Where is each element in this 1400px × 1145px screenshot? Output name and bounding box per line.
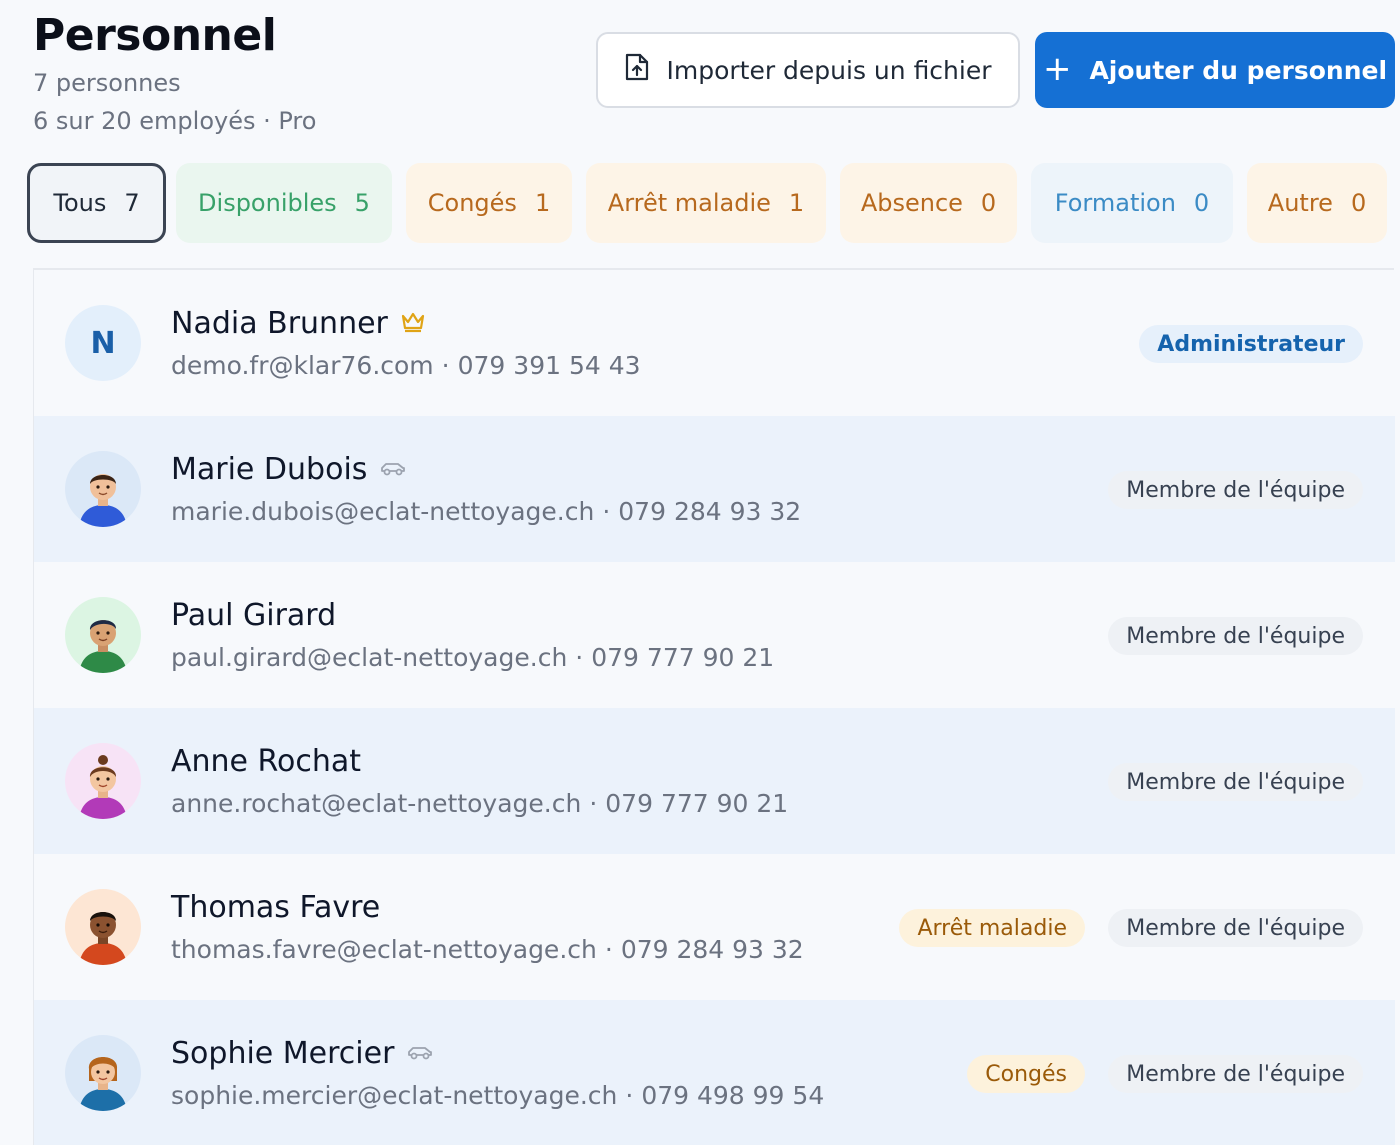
role-badge: Administrateur bbox=[1139, 325, 1363, 363]
staff-row[interactable]: Marie Dubois marie.dubois@eclat-nettoyag… bbox=[34, 416, 1395, 562]
staff-row[interactable]: Anne Rochat anne.rochat@eclat-nettoyage.… bbox=[34, 708, 1395, 854]
staff-contact: demo.fr@klar76.com · 079 391 54 43 bbox=[171, 349, 641, 383]
avatar bbox=[65, 1035, 141, 1111]
staff-phone: 079 777 90 21 bbox=[591, 643, 775, 672]
staff-phone: 079 498 99 54 bbox=[641, 1081, 825, 1110]
avatar bbox=[65, 451, 141, 527]
staff-contact: thomas.favre@eclat-nettoyage.ch · 079 284 … bbox=[171, 933, 804, 967]
filter-count: 0 bbox=[980, 189, 997, 217]
page-header: Personnel 7 personnes 6 sur 20 employés … bbox=[33, 10, 316, 140]
status-badge: Congés bbox=[967, 1055, 1085, 1093]
staff-row[interactable]: N Nadia Brunner demo.fr@klar76.com · 079 3… bbox=[34, 270, 1395, 416]
role-badge: Membre de l'équipe bbox=[1108, 909, 1363, 947]
staff-contact: paul.girard@eclat-nettoyage.ch · 079 777 9… bbox=[171, 641, 774, 675]
staff-phone: 079 391 54 43 bbox=[457, 351, 641, 380]
staff-contact: marie.dubois@eclat-nettoyage.ch · 079 284 … bbox=[171, 495, 801, 529]
staff-email: anne.rochat@eclat-nettoyage.ch bbox=[171, 789, 582, 818]
filter-label: Absence bbox=[860, 189, 963, 217]
filter-tab-leave[interactable]: Congés 1 bbox=[406, 163, 572, 243]
staff-phone: 079 284 93 32 bbox=[618, 497, 802, 526]
filter-tab-available[interactable]: Disponibles 5 bbox=[176, 163, 392, 243]
filter-label: Arrêt maladie bbox=[607, 189, 771, 217]
staff-name: Paul Girard bbox=[171, 598, 337, 633]
role-badge: Membre de l'équipe bbox=[1108, 471, 1363, 509]
staff-list: N Nadia Brunner demo.fr@klar76.com · 079 3… bbox=[33, 268, 1395, 1145]
staff-row[interactable]: Sophie Mercier sophie.mercier@eclat-nett… bbox=[34, 1000, 1395, 1145]
filter-count: 1 bbox=[534, 189, 551, 217]
role-badge: Membre de l'équipe bbox=[1108, 1055, 1363, 1093]
staff-email: paul.girard@eclat-nettoyage.ch bbox=[171, 643, 568, 672]
filter-count: 7 bbox=[124, 189, 140, 217]
filter-label: Congés bbox=[427, 189, 517, 217]
filter-tab-training[interactable]: Formation 0 bbox=[1031, 163, 1233, 243]
page-title: Personnel bbox=[33, 10, 277, 61]
staff-name: Marie Dubois bbox=[171, 452, 368, 487]
avatar-initial: N bbox=[90, 325, 116, 361]
avatar bbox=[65, 743, 141, 819]
filter-label: Autre bbox=[1267, 189, 1333, 217]
filter-tab-all[interactable]: Tous 7 bbox=[27, 163, 166, 243]
filter-label: Tous bbox=[53, 189, 107, 217]
car-icon bbox=[406, 1042, 434, 1066]
status-badge: Arrêt maladie bbox=[899, 909, 1085, 947]
staff-name: Anne Rochat bbox=[171, 744, 362, 779]
import-file-label: Importer depuis un fichier bbox=[666, 55, 992, 85]
avatar: N bbox=[65, 305, 141, 381]
filter-tab-other[interactable]: Autre 0 bbox=[1247, 163, 1387, 243]
import-file-button[interactable]: Importer depuis un fichier bbox=[596, 32, 1020, 108]
staff-contact: anne.rochat@eclat-nettoyage.ch · 079 777 9… bbox=[171, 787, 788, 821]
staff-email: thomas.favre@eclat-nettoyage.ch bbox=[171, 935, 597, 964]
filter-tab-sick-leave[interactable]: Arrêt maladie 1 bbox=[586, 163, 826, 243]
staff-name: Sophie Mercier bbox=[171, 1036, 395, 1071]
staff-phone: 079 284 93 32 bbox=[620, 935, 804, 964]
staff-email: demo.fr@klar76.com bbox=[171, 351, 434, 380]
file-upload-icon bbox=[624, 52, 650, 88]
staff-phone: 079 777 90 21 bbox=[605, 789, 789, 818]
separator: · bbox=[604, 935, 613, 964]
filter-count: 0 bbox=[1193, 189, 1210, 217]
plus-icon: + bbox=[1042, 48, 1072, 89]
staff-name: Thomas Favre bbox=[171, 890, 381, 925]
plan-info: 6 sur 20 employés · Pro bbox=[33, 107, 317, 135]
people-count: 7 personnes bbox=[33, 69, 181, 97]
avatar bbox=[65, 597, 141, 673]
role-badge: Membre de l'équipe bbox=[1108, 763, 1363, 801]
role-badge: Membre de l'équipe bbox=[1108, 617, 1363, 655]
filter-tab-absence[interactable]: Absence 0 bbox=[840, 163, 1017, 243]
filter-count: 0 bbox=[1350, 189, 1367, 217]
filter-count: 5 bbox=[354, 189, 370, 217]
filter-label: Disponibles bbox=[198, 189, 337, 217]
separator: · bbox=[589, 789, 598, 818]
separator: · bbox=[625, 1081, 634, 1110]
filter-count: 1 bbox=[788, 189, 805, 217]
add-staff-label: Ajouter du personnel bbox=[1089, 55, 1388, 85]
add-staff-button[interactable]: + Ajouter du personnel bbox=[1035, 32, 1395, 108]
staff-row[interactable]: Paul Girard paul.girard@eclat-nettoyage.… bbox=[34, 562, 1395, 708]
separator: · bbox=[441, 351, 450, 380]
staff-email: sophie.mercier@eclat-nettoyage.ch bbox=[171, 1081, 618, 1110]
status-filter-bar: Tous 7 Disponibles 5 Congés 1 Arrêt mala… bbox=[0, 163, 1400, 243]
staff-contact: sophie.mercier@eclat-nettoyage.ch · 079 49… bbox=[171, 1079, 824, 1113]
staff-name: Nadia Brunner bbox=[171, 306, 388, 341]
staff-email: marie.dubois@eclat-nettoyage.ch bbox=[171, 497, 595, 526]
separator: · bbox=[602, 497, 611, 526]
separator: · bbox=[575, 643, 584, 672]
crown-icon bbox=[400, 311, 426, 337]
staff-row[interactable]: Thomas Favre thomas.favre@eclat-nettoyag… bbox=[34, 854, 1395, 1000]
filter-label: Formation bbox=[1054, 189, 1176, 217]
avatar bbox=[65, 889, 141, 965]
car-icon bbox=[379, 458, 407, 482]
